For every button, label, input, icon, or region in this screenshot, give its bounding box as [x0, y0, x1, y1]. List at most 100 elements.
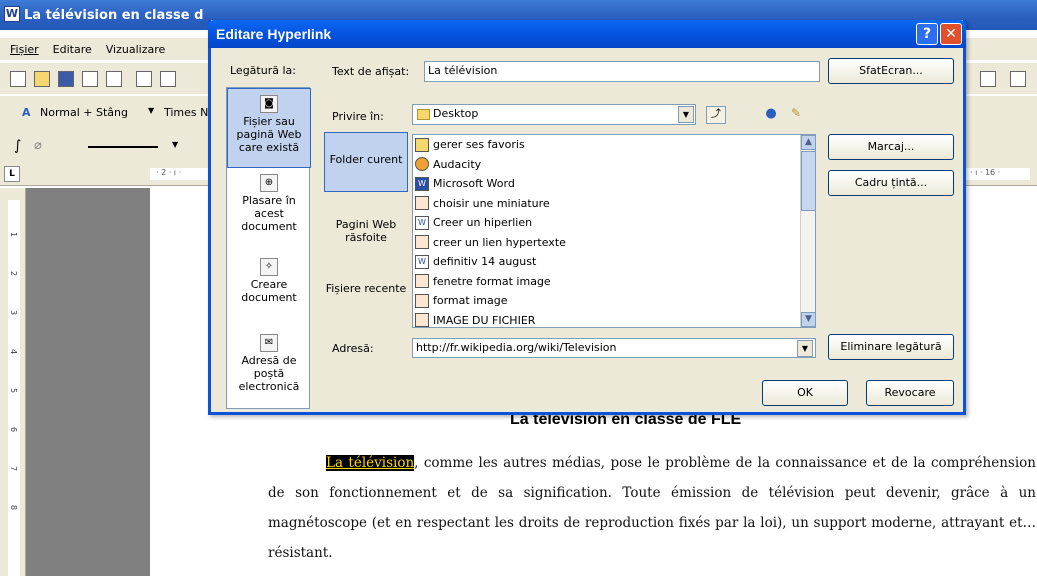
save-icon[interactable] [58, 71, 74, 87]
vruler-mark: 3 [9, 309, 19, 316]
sort-icon[interactable] [980, 71, 996, 87]
browse-label: Fișiere recente [325, 282, 407, 295]
menu-edit[interactable]: Editare [53, 43, 92, 56]
grid-icon[interactable] [1010, 71, 1026, 87]
folder-icon [417, 109, 430, 120]
place-in-document-icon: ⊕ [260, 174, 278, 192]
address-input[interactable]: http://fr.wikipedia.org/wiki/Television [412, 338, 816, 358]
scroll-thumb[interactable] [801, 151, 816, 211]
list-item[interactable]: creer un lien hypertexte [415, 233, 566, 252]
web-page-icon: ◙ [260, 95, 278, 113]
list-item[interactable]: Wdefinitiv 14 august [415, 252, 536, 271]
link-to-label: Legătură la: [230, 64, 296, 77]
hyperlink-text[interactable]: La télévision [326, 455, 415, 471]
menu-file[interactable]: Fișier [10, 43, 39, 56]
vruler-mark: 8 [9, 504, 19, 511]
list-item[interactable]: gerer ses favoris [415, 135, 525, 154]
scroll-down-icon[interactable]: ▼ [801, 312, 816, 327]
display-text-label: Text de afișat: [332, 65, 410, 78]
option-label: Plasare în acest document [241, 194, 297, 233]
screentip-button[interactable]: SfatEcran... [828, 58, 954, 84]
file-list-scrollbar[interactable]: ▲ ▼ [800, 135, 816, 327]
print-preview-icon[interactable] [160, 71, 176, 87]
open-icon[interactable] [34, 71, 50, 87]
dialog-title: Editare Hyperlink [216, 26, 332, 42]
target-frame-button[interactable]: Cadru țintă... [828, 170, 954, 196]
link-place-in-document-option[interactable]: ⊕ Plasare în acest document [227, 174, 311, 233]
vertical-ruler[interactable]: 1 2 3 4 5 6 7 8 [8, 200, 20, 576]
up-folder-icon[interactable]: ⤴ [706, 106, 726, 124]
browse-web-icon[interactable]: ● [762, 106, 780, 124]
link-existing-file-option[interactable]: ◙ Fișier sau pagină Web care există [227, 88, 311, 168]
shortcut-icon [415, 274, 429, 288]
file-name: Microsoft Word [433, 177, 515, 190]
shortcut-icon [415, 235, 429, 249]
file-name: choisir une miniature [433, 196, 550, 210]
browse-current-folder[interactable]: Folder curent [324, 132, 408, 192]
browse-panel: Folder curent Pagini Web răsfoite Fișier… [324, 132, 408, 328]
scroll-up-icon[interactable]: ▲ [801, 135, 816, 150]
look-in-value: Desktop [433, 107, 479, 120]
list-item[interactable]: fenetre format image [415, 272, 551, 291]
email-icon[interactable] [106, 71, 122, 87]
print-icon[interactable] [136, 71, 152, 87]
browse-recent-files[interactable]: Fișiere recente [324, 282, 408, 295]
address-dropdown-icon[interactable]: ▼ [797, 340, 813, 357]
list-item[interactable]: Audacity [415, 155, 481, 174]
pen-icon[interactable]: ∫ [14, 138, 21, 154]
vruler-mark: 6 [9, 426, 19, 433]
link-create-document-option[interactable]: ✧ Creare document [227, 258, 311, 304]
shortcut-icon [415, 196, 429, 210]
link-email-option[interactable]: ✉ Adresă de poștă electronică [227, 334, 311, 393]
styles-icon[interactable]: A [22, 106, 31, 119]
browse-web-pages[interactable]: Pagini Web răsfoite [324, 218, 408, 244]
page-margin-area [26, 188, 150, 576]
address-label: Adresă: [332, 342, 374, 355]
app-icon [415, 157, 429, 171]
line-style-dropdown-icon[interactable]: ▼ [172, 140, 178, 149]
cancel-button[interactable]: Revocare [866, 380, 954, 406]
list-item[interactable]: IMAGE DU FICHIER [415, 311, 536, 327]
list-item[interactable]: choisir une miniature [415, 194, 550, 213]
file-name: gerer ses favoris [433, 138, 525, 151]
list-item[interactable]: W Microsoft Word [415, 174, 515, 193]
vruler-mark: 5 [9, 387, 19, 394]
email-address-icon: ✉ [260, 334, 278, 352]
vruler-mark: 2 [9, 270, 19, 277]
permission-icon[interactable] [82, 71, 98, 87]
remove-link-button[interactable]: Eliminare legătură [828, 334, 954, 360]
menu-view[interactable]: Vizualizare [106, 43, 166, 56]
vruler-mark: 7 [9, 465, 19, 472]
style-select[interactable]: Normal + Stâng [40, 106, 128, 119]
display-text-input[interactable]: La télévision [424, 61, 820, 82]
new-document-icon: ✧ [260, 258, 278, 276]
ruler-marks: · 2 · ı · [156, 168, 182, 177]
help-button[interactable]: ? [916, 23, 938, 45]
dialog-title-bar: Editare Hyperlink [208, 20, 966, 48]
ok-button[interactable]: OK [762, 380, 848, 406]
option-label: Fișier sau pagină Web care există [236, 115, 302, 154]
option-label: Creare document [241, 278, 297, 304]
eraser-icon[interactable]: ⌀ [34, 138, 42, 153]
new-doc-icon[interactable] [10, 71, 26, 87]
close-button[interactable]: ✕ [940, 23, 962, 45]
list-item[interactable]: W Creer un hiperlien [415, 213, 532, 232]
document-paragraph[interactable]: La télévision, comme les autres médias, … [268, 448, 1036, 568]
ruler-marks-right: · ı · 16 · [970, 168, 1001, 177]
list-item[interactable]: format image [415, 291, 507, 310]
tab-selector-icon[interactable]: L [4, 166, 20, 182]
word-app-icon[interactable]: W [4, 6, 20, 22]
word-doc-icon: W [415, 254, 429, 269]
look-in-dropdown-icon[interactable]: ▼ [678, 106, 694, 123]
style-dropdown-icon[interactable]: ▼ [148, 106, 154, 115]
link-to-panel: ◙ Fișier sau pagină Web care există ⊕ Plas… [226, 87, 311, 409]
option-label: Adresă de poștă electronică [238, 354, 300, 393]
shortcut-icon [415, 293, 429, 308]
file-name: IMAGE DU FICHIER [433, 313, 536, 327]
bookmark-button[interactable]: Marcaj... [828, 134, 954, 160]
look-in-select[interactable]: Desktop [412, 104, 696, 125]
file-list[interactable]: gerer ses favoris Audacity W Microsoft Wo… [412, 134, 816, 328]
shortcut-icon [415, 313, 429, 327]
browse-file-icon[interactable]: ✎ [786, 106, 806, 124]
line-style-icon[interactable] [88, 146, 158, 148]
